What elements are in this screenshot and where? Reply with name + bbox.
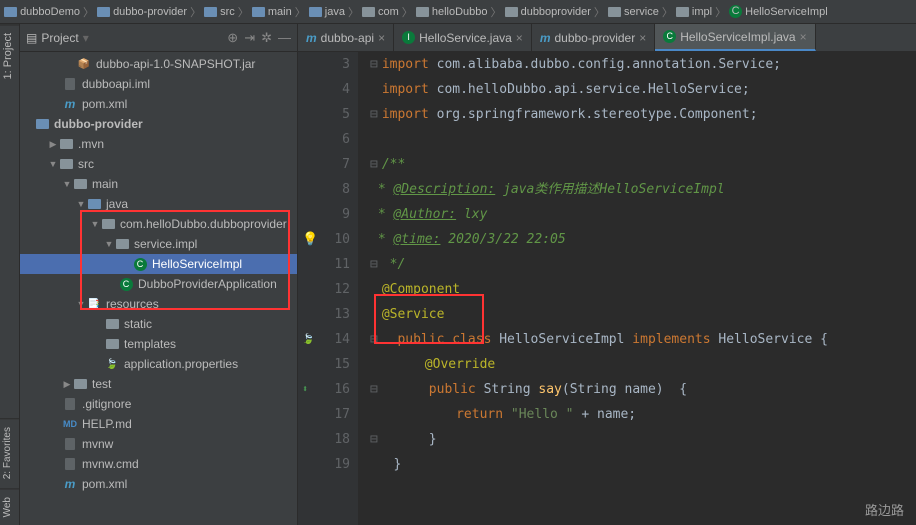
tree-item[interactable]: static bbox=[124, 317, 152, 331]
tree-item[interactable]: .mvn bbox=[78, 137, 104, 151]
maven-icon: m bbox=[306, 31, 317, 45]
editor-tab[interactable]: mdubbo-provider× bbox=[532, 24, 655, 51]
project-panel: ▤Project ▾ ⊕ ⇥ ✲ — 📦dubbo-api-1.0-SNAPSH… bbox=[20, 24, 298, 525]
folder-icon bbox=[58, 157, 74, 171]
tool-window-tabs: 1: Project 2: Favorites Web bbox=[0, 24, 20, 525]
side-tab-project[interactable]: 1: Project bbox=[0, 24, 19, 87]
editor-tab-active[interactable]: CHelloServiceImpl.java× bbox=[655, 24, 815, 51]
override-icon[interactable]: ⬍ bbox=[302, 377, 308, 402]
editor-area: mdubbo-api× IHelloService.java× mdubbo-p… bbox=[298, 24, 916, 525]
package-icon bbox=[114, 237, 130, 251]
spring-icon[interactable]: 🍃 bbox=[302, 327, 314, 352]
code-content[interactable]: ⊟import com.alibaba.dubbo.config.annotat… bbox=[358, 52, 916, 525]
class-icon: C bbox=[663, 30, 676, 43]
editor-tab[interactable]: mdubbo-api× bbox=[298, 24, 394, 51]
arrow-icon[interactable]: ▼ bbox=[48, 159, 58, 169]
tree-item[interactable]: mvnw bbox=[82, 437, 113, 451]
tree-item[interactable]: com.helloDubbo.dubboprovider bbox=[120, 217, 287, 231]
file-icon bbox=[62, 397, 78, 411]
tree-item[interactable]: resources bbox=[106, 297, 159, 311]
jar-icon: 📦 bbox=[76, 57, 92, 71]
tree-item[interactable]: DubboProviderApplication bbox=[138, 277, 277, 291]
arrow-icon[interactable]: ▼ bbox=[76, 299, 86, 309]
tree-item[interactable]: test bbox=[92, 377, 111, 391]
class-icon: C bbox=[118, 277, 134, 291]
tree-item[interactable]: service.impl bbox=[134, 237, 197, 251]
arrow-icon[interactable]: ▶ bbox=[48, 139, 58, 150]
gutter: 3 4 5 6 7 8 9 💡10 11 12 13 🍃14 15 ⬍16 17… bbox=[298, 52, 358, 525]
bulb-icon[interactable]: 💡 bbox=[302, 227, 318, 252]
tree-item[interactable]: pom.xml bbox=[82, 477, 127, 491]
panel-title: Project bbox=[41, 31, 78, 45]
breadcrumb[interactable]: dubboDemo〉 dubbo-provider〉 src〉 main〉 ja… bbox=[0, 0, 916, 24]
file-icon bbox=[62, 437, 78, 451]
project-icon: ▤ bbox=[26, 31, 37, 45]
package-icon bbox=[100, 217, 116, 231]
file-icon bbox=[62, 77, 78, 91]
arrow-icon[interactable]: ▼ bbox=[76, 199, 86, 209]
maven-icon: m bbox=[62, 477, 78, 491]
close-icon[interactable]: × bbox=[800, 30, 807, 44]
tree-item[interactable]: java bbox=[106, 197, 128, 211]
gear-icon[interactable]: ✲ bbox=[261, 30, 272, 46]
arrow-icon[interactable]: ▶ bbox=[62, 379, 72, 390]
side-tab-web[interactable]: Web bbox=[0, 488, 19, 525]
tree-item[interactable]: dubboapi.iml bbox=[82, 77, 150, 91]
tree-item[interactable]: pom.xml bbox=[82, 97, 127, 111]
resources-icon: 📑 bbox=[86, 297, 102, 311]
close-icon[interactable]: × bbox=[378, 31, 385, 45]
file-icon: 🍃 bbox=[104, 357, 120, 371]
tree-item[interactable]: dubbo-api-1.0-SNAPSHOT.jar bbox=[96, 57, 255, 71]
editor-tabs: mdubbo-api× IHelloService.java× mdubbo-p… bbox=[298, 24, 916, 52]
tree-item[interactable]: dubbo-provider bbox=[54, 117, 143, 131]
watermark: 路边路 bbox=[865, 500, 904, 519]
arrow-icon[interactable]: ▼ bbox=[90, 219, 100, 229]
maven-icon: m bbox=[62, 97, 78, 111]
class-icon: C bbox=[132, 257, 148, 271]
file-icon bbox=[62, 457, 78, 471]
interface-icon: I bbox=[402, 31, 415, 44]
tree-item[interactable]: HelloServiceImpl bbox=[152, 257, 242, 271]
maven-icon: m bbox=[540, 31, 551, 45]
folder-icon bbox=[104, 337, 120, 351]
tree-item[interactable]: HELP.md bbox=[82, 417, 132, 431]
tree-item[interactable]: .gitignore bbox=[82, 397, 131, 411]
module-icon bbox=[34, 117, 50, 131]
close-icon[interactable]: × bbox=[516, 31, 523, 45]
collapse-icon[interactable]: ⇥ bbox=[244, 30, 255, 46]
editor-tab[interactable]: IHelloService.java× bbox=[394, 24, 532, 51]
folder-icon bbox=[104, 317, 120, 331]
target-icon[interactable]: ⊕ bbox=[227, 30, 238, 46]
tree-item[interactable]: src bbox=[78, 157, 94, 171]
close-icon[interactable]: × bbox=[639, 31, 646, 45]
project-tree[interactable]: 📦 dubbo-api-1.0-SNAPSHOT.jar dubboapi.iml… bbox=[20, 52, 297, 525]
folder-icon bbox=[58, 137, 74, 151]
tree-item[interactable]: mvnw.cmd bbox=[82, 457, 139, 471]
arrow-icon[interactable]: ▼ bbox=[62, 179, 72, 189]
folder-icon bbox=[72, 377, 88, 391]
code-editor[interactable]: 3 4 5 6 7 8 9 💡10 11 12 13 🍃14 15 ⬍16 17… bbox=[298, 52, 916, 525]
tree-item[interactable]: main bbox=[92, 177, 118, 191]
hide-icon[interactable]: — bbox=[278, 30, 291, 46]
side-tab-favorites[interactable]: 2: Favorites bbox=[0, 418, 19, 487]
tree-item[interactable]: templates bbox=[124, 337, 176, 351]
tree-item[interactable]: application.properties bbox=[124, 357, 238, 371]
md-icon: MD bbox=[62, 417, 78, 431]
folder-icon bbox=[86, 197, 102, 211]
folder-icon bbox=[72, 177, 88, 191]
arrow-icon[interactable]: ▼ bbox=[104, 239, 114, 249]
